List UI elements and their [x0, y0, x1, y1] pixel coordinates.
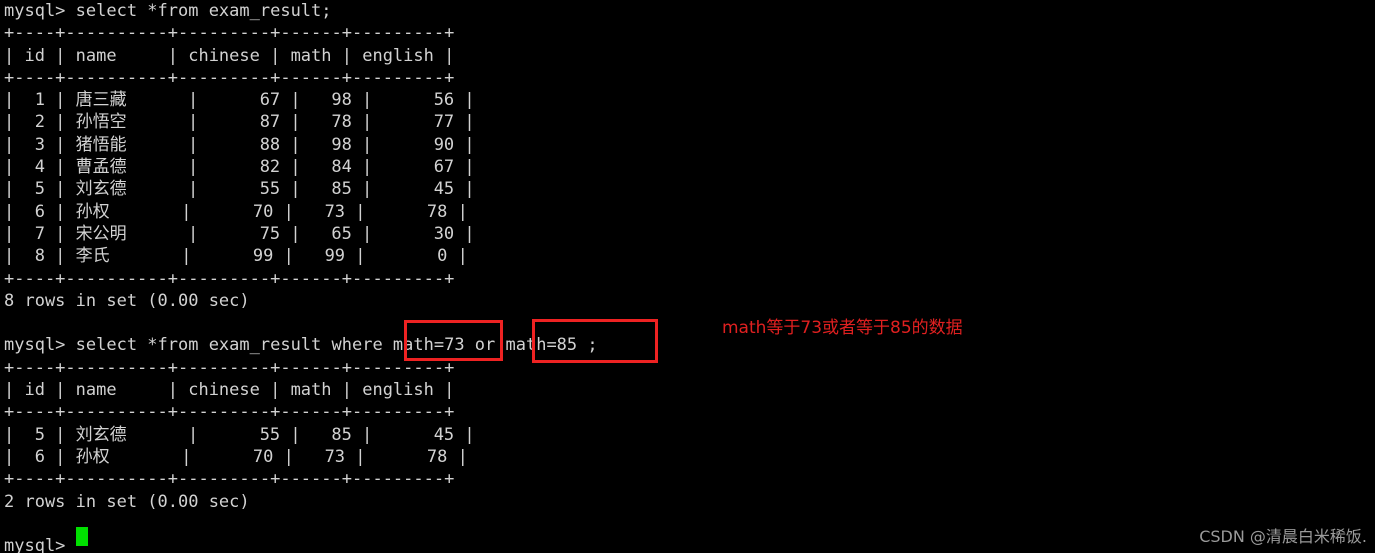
table2-status: 2 rows in set (0.00 sec)	[4, 491, 250, 512]
table-row: | 5 | 刘玄德 | 55 | 85 | 45 |	[4, 179, 475, 200]
terminal-window[interactable]: mysql> select *from exam_result; +----+--…	[0, 0, 1375, 553]
command-line-where-clause: mysql> select *from exam_result where ma…	[4, 335, 598, 356]
table1-border-mid: +----+----------+---------+------+------…	[4, 67, 455, 88]
csdn-watermark: CSDN @清晨白米稀饭.	[1199, 527, 1367, 546]
table2-header: | id | name | chinese | math | english |	[4, 380, 455, 401]
table-row: | 8 | 李氏 | 99 | 99 | 0 |	[4, 246, 468, 267]
table1-status: 8 rows in set (0.00 sec)	[4, 290, 250, 311]
table1-border-bottom: +----+----------+---------+------+------…	[4, 268, 455, 289]
table-row: | 7 | 宋公明 | 75 | 65 | 30 |	[4, 223, 475, 244]
command-line-select-all: mysql> select *from exam_result;	[4, 1, 332, 21]
console-output: mysql> select *from exam_result; +----+--…	[4, 0, 598, 553]
table-row: | 4 | 曹孟德 | 82 | 84 | 67 |	[4, 157, 475, 178]
table-row: | 6 | 孙权 | 70 | 73 | 78 |	[4, 201, 468, 222]
text-cursor	[76, 527, 88, 546]
table2-border-top: +----+----------+---------+------+------…	[4, 357, 455, 378]
annotation-note: math等于73或者等于85的数据	[722, 318, 963, 338]
table-row: | 1 | 唐三藏 | 67 | 98 | 56 |	[4, 90, 475, 111]
table-row: | 6 | 孙权 | 70 | 73 | 78 |	[4, 446, 468, 467]
table2-border-bottom: +----+----------+---------+------+------…	[4, 469, 455, 490]
prompt-line: mysql>	[4, 536, 76, 553]
table-row: | 5 | 刘玄德 | 55 | 85 | 45 |	[4, 424, 475, 445]
table1-header: | id | name | chinese | math | english |	[4, 45, 455, 66]
table2-border-mid: +----+----------+---------+------+------…	[4, 402, 455, 423]
table-row: | 2 | 孙悟空 | 87 | 78 | 77 |	[4, 112, 475, 133]
table-row: | 3 | 猪悟能 | 88 | 98 | 90 |	[4, 134, 475, 155]
table1-border-top: +----+----------+---------+------+------…	[4, 23, 455, 44]
